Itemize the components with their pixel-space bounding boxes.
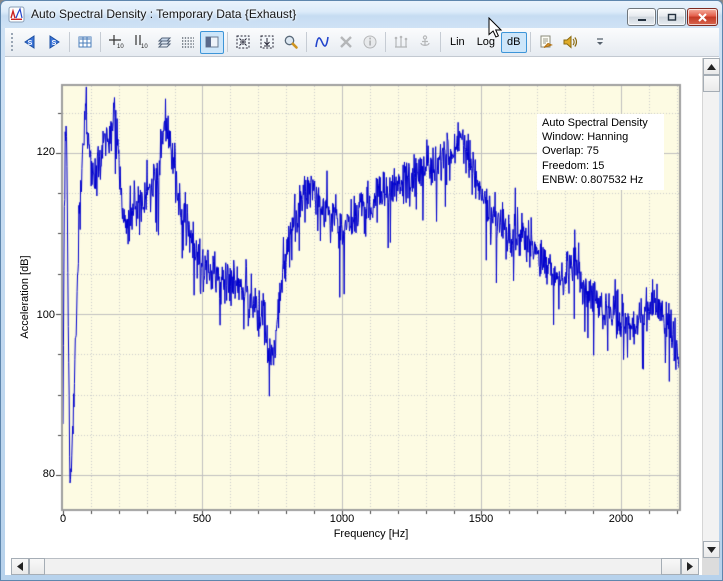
scroll-down-button[interactable] — [703, 541, 720, 558]
toolbar-separator — [100, 32, 101, 52]
curve-fit-icon — [314, 34, 330, 50]
split-panels-view-icon — [204, 34, 220, 50]
svg-text:S: S — [52, 40, 57, 47]
toolbar-separator — [385, 32, 386, 52]
cursor-step-button[interactable]: 10 — [104, 31, 128, 54]
vertical-scrollbar[interactable] — [702, 58, 719, 558]
pan-step-right[interactable] — [661, 558, 681, 575]
x-tick-label: 1000 — [320, 513, 364, 526]
x-tick-label: 2000 — [599, 513, 643, 526]
toolbar-separator — [227, 32, 228, 52]
x-axis-title: Frequency [Hz] — [289, 528, 453, 540]
restore-button[interactable] — [657, 8, 686, 26]
export-report-button[interactable] — [534, 31, 558, 54]
log-scale-button[interactable]: Log — [471, 32, 501, 53]
next-signal-button[interactable]: S — [42, 31, 66, 54]
magnifier-icon — [283, 34, 299, 50]
anchor-icon — [417, 34, 433, 50]
harmonic-cursor-button[interactable]: 10 — [128, 31, 152, 54]
annotation-box: Auto Spectral Density Window: Hanning Ov… — [537, 114, 664, 190]
annotation-line: Auto Spectral Density — [542, 116, 659, 130]
data-grid-button[interactable] — [73, 31, 97, 54]
zoom-in-region-icon — [235, 34, 251, 50]
vertical-scroll-thumb[interactable] — [703, 75, 720, 92]
delete-curve-button[interactable] — [334, 31, 358, 54]
zoom-selection-button[interactable] — [255, 31, 279, 54]
minimize-icon — [637, 13, 647, 22]
toolbar-separator — [530, 32, 531, 52]
arrow-down-icon — [707, 547, 716, 553]
x-tick-label: 0 — [41, 513, 85, 526]
annotation-line: Freedom: 15 — [542, 159, 659, 173]
info-icon — [362, 34, 378, 50]
minimize-button[interactable] — [627, 8, 656, 26]
sound-button[interactable] — [558, 31, 582, 54]
arrow-left-icon — [17, 562, 23, 571]
toolbar-separator — [306, 32, 307, 52]
toolbar-grip[interactable] — [10, 33, 15, 51]
app-icon — [8, 6, 25, 23]
data-grid-icon — [77, 34, 93, 50]
close-button[interactable] — [687, 8, 718, 26]
curve-fit-button[interactable] — [310, 31, 334, 54]
toolbar-overflow-button[interactable] — [588, 31, 612, 54]
titlebar[interactable]: Auto Spectral Density : Temporary Data {… — [1, 1, 723, 28]
horizontal-scrollbar[interactable] — [11, 558, 699, 575]
restore-icon — [667, 12, 677, 22]
scrollbar-corner — [702, 558, 719, 575]
arrow-right-icon — [687, 562, 693, 571]
speaker-icon — [562, 34, 578, 50]
overflow-chevron-icon — [595, 37, 605, 47]
annotation-line: ENBW: 0.807532 Hz — [542, 173, 659, 187]
split-panels-view-button[interactable] — [200, 31, 224, 54]
export-report-icon — [538, 34, 554, 50]
scroll-up-button[interactable] — [703, 58, 720, 75]
cursor-step-10-icon: 10 — [108, 34, 124, 50]
delete-x-icon — [338, 34, 354, 50]
x-tick-label: 500 — [180, 513, 224, 526]
cascade-view-button[interactable] — [152, 31, 176, 54]
svg-text:10: 10 — [141, 44, 148, 50]
y-tick-label: 100 — [29, 309, 55, 322]
pan-step-left[interactable] — [29, 558, 45, 575]
zoom-selection-icon — [259, 34, 275, 50]
lin-scale-button[interactable]: Lin — [444, 32, 471, 53]
y-tick-label: 80 — [29, 468, 55, 481]
db-scale-button[interactable]: dB — [501, 32, 526, 53]
cascade-view-icon — [156, 34, 172, 50]
svg-text:10: 10 — [117, 44, 124, 50]
peak-markers-icon — [393, 34, 409, 50]
peak-markers-button[interactable] — [389, 31, 413, 54]
y-axis-title: Acceleration [dB] — [19, 255, 31, 338]
previous-signal-icon: S — [22, 34, 38, 50]
svg-text:S: S — [28, 40, 33, 47]
annotation-line: Overlap: 75 — [542, 144, 659, 158]
scroll-left-button[interactable] — [11, 558, 29, 575]
toolbar: S S 10 10 — [5, 28, 719, 57]
toolbar-separator — [69, 32, 70, 52]
horizontal-scroll-track[interactable] — [45, 558, 661, 575]
zoom-in-region-button[interactable] — [231, 31, 255, 54]
dotted-rows-view-icon — [180, 34, 196, 50]
next-signal-icon: S — [46, 34, 62, 50]
info-button[interactable] — [358, 31, 382, 54]
annotation-line: Window: Hanning — [542, 130, 659, 144]
previous-signal-button[interactable]: S — [18, 31, 42, 54]
close-icon — [697, 12, 708, 23]
toolbar-separator — [440, 32, 441, 52]
window-title: Auto Spectral Density : Temporary Data {… — [31, 1, 296, 28]
app-window: Auto Spectral Density : Temporary Data {… — [0, 0, 723, 581]
harmonic-cursor-10-icon: 10 — [132, 34, 148, 50]
arrow-up-icon — [707, 64, 716, 70]
anchor-button[interactable] — [413, 31, 437, 54]
y-tick-label: 120 — [29, 146, 55, 159]
scroll-right-button[interactable] — [681, 558, 699, 575]
dotted-rows-view-button[interactable] — [176, 31, 200, 54]
zoom-reset-button[interactable] — [279, 31, 303, 54]
x-tick-label: 1500 — [459, 513, 503, 526]
